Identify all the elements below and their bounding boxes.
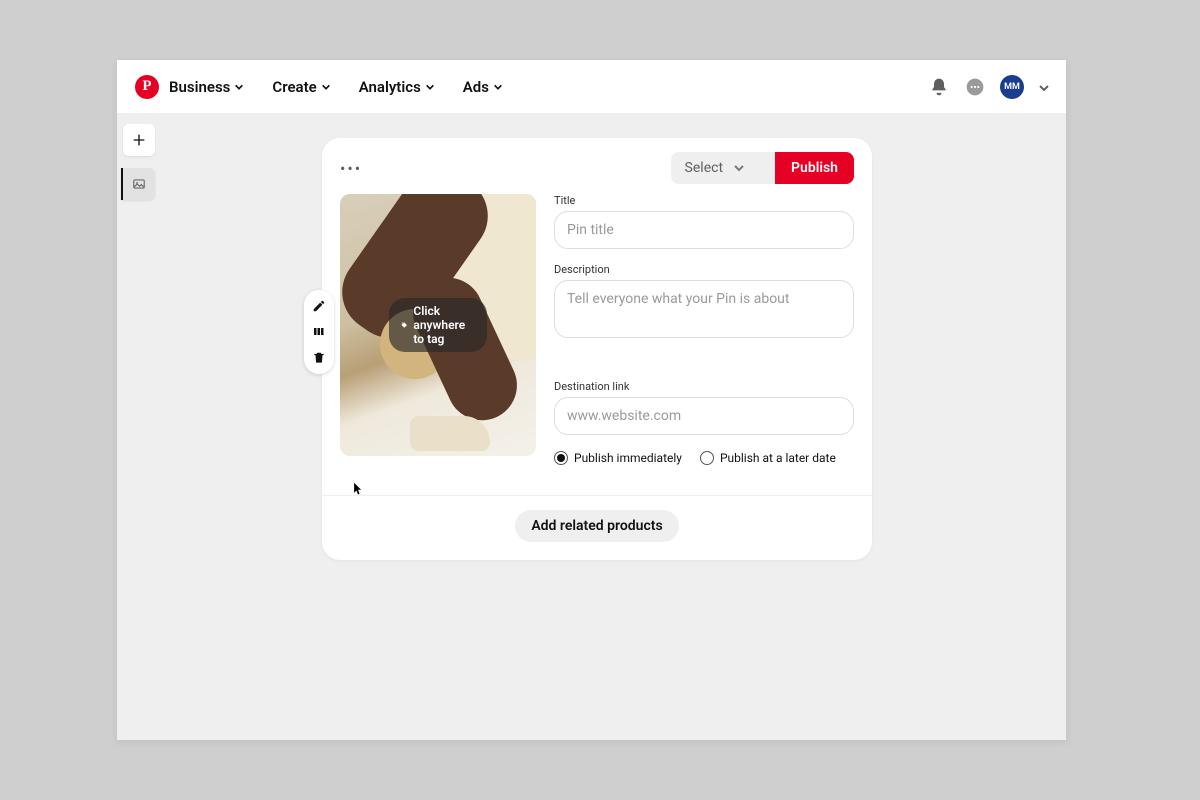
image-tool-rail	[304, 290, 334, 374]
card-footer: Add related products	[322, 496, 872, 560]
chat-icon[interactable]	[964, 76, 986, 98]
radio-label: Publish immediately	[574, 451, 682, 465]
destination-label: Destination link	[554, 380, 854, 393]
chevron-down-icon	[321, 82, 331, 92]
crop-icon[interactable]	[311, 324, 327, 340]
avatar[interactable]: MM	[1000, 75, 1024, 99]
title-input[interactable]	[554, 211, 854, 249]
nav-item-create[interactable]: Create	[272, 78, 330, 96]
board-select-placeholder: Select	[685, 160, 723, 176]
nav-item-ads[interactable]: Ads	[463, 78, 503, 96]
radio-icon	[700, 451, 714, 465]
tag-overlay-label: Click anywhere to tag	[413, 304, 475, 346]
schedule-radios: Publish immediately Publish at a later d…	[554, 451, 854, 465]
image-pin-button[interactable]	[121, 168, 155, 200]
avatar-initials: MM	[1004, 82, 1020, 92]
chevron-down-icon	[234, 82, 244, 92]
top-nav: P Business Create Analytics Ads	[117, 60, 1066, 114]
pinterest-logo-icon[interactable]: P	[135, 75, 159, 99]
left-rail	[117, 114, 161, 200]
destination-input[interactable]	[554, 397, 854, 435]
nav-label: Ads	[463, 78, 489, 96]
radio-icon	[554, 451, 568, 465]
edit-icon[interactable]	[311, 298, 327, 314]
description-label: Description	[554, 263, 854, 276]
trash-icon[interactable]	[311, 350, 327, 366]
radio-label: Publish at a later date	[720, 451, 836, 465]
radio-publish-later[interactable]: Publish at a later date	[700, 451, 836, 465]
pin-form: Title Description Destination link Publi…	[554, 194, 854, 465]
nav-label: Create	[272, 78, 316, 96]
radio-publish-immediately[interactable]: Publish immediately	[554, 451, 682, 465]
pin-image-column: Click anywhere to tag	[340, 194, 536, 465]
chevron-down-icon	[425, 82, 435, 92]
publish-button[interactable]: Publish	[775, 152, 854, 184]
nav-label: Analytics	[359, 78, 421, 96]
pin-image-preview[interactable]: Click anywhere to tag	[340, 194, 536, 456]
chevron-down-icon	[733, 162, 745, 174]
plus-icon	[131, 132, 147, 148]
description-input[interactable]	[554, 280, 854, 338]
nav-items: Business Create Analytics Ads	[169, 78, 503, 96]
new-pin-button[interactable]	[123, 124, 155, 156]
top-nav-right: MM	[928, 75, 1048, 99]
title-label: Title	[554, 194, 854, 207]
tag-icon	[401, 319, 407, 331]
more-options-icon[interactable]: •••	[340, 159, 362, 178]
cursor-icon	[353, 482, 363, 496]
nav-item-business[interactable]: Business	[169, 78, 244, 96]
bell-icon[interactable]	[928, 76, 950, 98]
nav-item-analytics[interactable]: Analytics	[359, 78, 435, 96]
card-body: Click anywhere to tag Title Description …	[322, 194, 872, 483]
board-select[interactable]: Select	[671, 152, 775, 184]
app-window: P Business Create Analytics Ads	[117, 60, 1066, 740]
add-related-products-button[interactable]: Add related products	[515, 510, 678, 542]
card-header: ••• Select Publish	[322, 138, 872, 194]
image-icon	[132, 177, 146, 191]
chevron-down-icon	[493, 82, 503, 92]
account-chevron-down-icon[interactable]	[1038, 82, 1048, 92]
pin-editor-card: ••• Select Publish	[322, 138, 872, 560]
tag-overlay[interactable]: Click anywhere to tag	[389, 298, 487, 352]
nav-label: Business	[169, 78, 230, 96]
